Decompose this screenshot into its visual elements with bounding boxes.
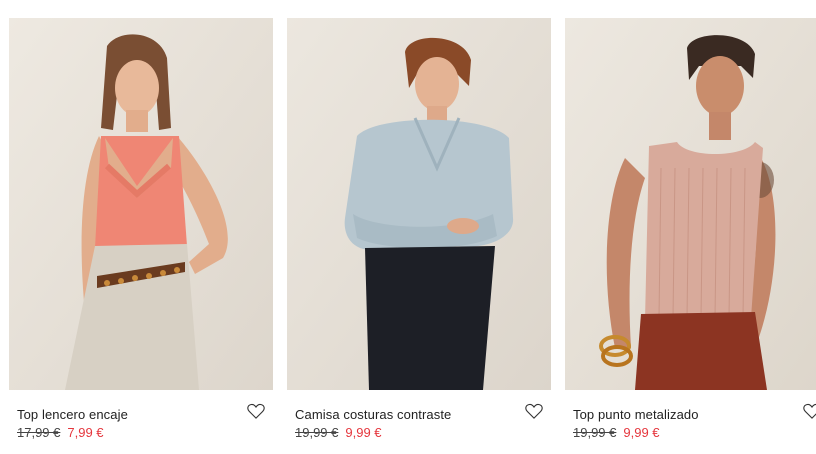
- heart-outline-icon[interactable]: [247, 403, 265, 419]
- original-price: 19,99 €: [295, 425, 339, 440]
- product-card: Top lencero encaje 17,99 € 7,99 €: [9, 18, 273, 454]
- product-prices: 19,99 € 9,99 €: [295, 425, 382, 440]
- product-name[interactable]: Top punto metalizado: [573, 407, 699, 422]
- sale-price: 7,99 €: [67, 425, 104, 440]
- product-photo-illustration: [9, 18, 273, 390]
- product-card: Camisa costuras contraste 19,99 € 9,99 €: [287, 18, 551, 454]
- product-prices: 19,99 € 9,99 €: [573, 425, 660, 440]
- original-price: 17,99 €: [17, 425, 61, 440]
- product-name[interactable]: Camisa costuras contraste: [295, 407, 451, 422]
- heart-outline-icon[interactable]: [525, 403, 543, 419]
- sale-price: 9,99 €: [623, 425, 660, 440]
- product-grid: Top lencero encaje 17,99 € 7,99 € Camisa …: [0, 0, 816, 454]
- product-photo-illustration: [287, 18, 551, 390]
- product-info: Top punto metalizado 19,99 € 9,99 €: [565, 390, 816, 454]
- product-info: Top lencero encaje 17,99 € 7,99 €: [9, 390, 273, 454]
- product-name[interactable]: Top lencero encaje: [17, 407, 128, 422]
- product-image[interactable]: [565, 18, 816, 390]
- product-image[interactable]: [9, 18, 273, 390]
- product-image[interactable]: [287, 18, 551, 390]
- product-photo-illustration: [565, 18, 816, 390]
- original-price: 19,99 €: [573, 425, 617, 440]
- product-info: Camisa costuras contraste 19,99 € 9,99 €: [287, 390, 551, 454]
- product-prices: 17,99 € 7,99 €: [17, 425, 104, 440]
- sale-price: 9,99 €: [345, 425, 382, 440]
- product-card: Top punto metalizado 19,99 € 9,99 €: [565, 18, 816, 454]
- heart-outline-icon[interactable]: [803, 403, 816, 419]
